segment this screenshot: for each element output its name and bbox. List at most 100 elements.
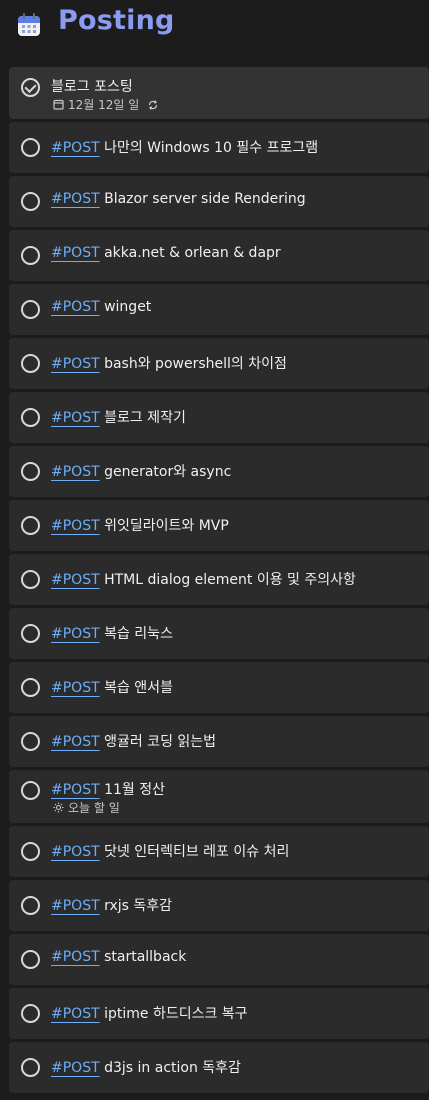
task-row[interactable]: #POST d3js in action 독후감 xyxy=(9,1042,429,1093)
task-title: #POST 나만의 Windows 10 필수 프로그램 xyxy=(51,137,318,157)
complete-checkbox[interactable] xyxy=(21,732,40,751)
task-tag[interactable]: #POST xyxy=(51,949,100,965)
task-title-text: 나만의 Windows 10 필수 프로그램 xyxy=(104,140,319,156)
task-title-text: 위잇딜라이트와 MVP xyxy=(104,518,229,534)
task-row[interactable]: #POST HTML dialog element 이용 및 주의사항 xyxy=(9,554,429,605)
task-title-text: akka.net & orlean & dapr xyxy=(104,245,281,261)
task-row[interactable]: #POST 블로그 제작기 xyxy=(9,392,429,443)
task-title: #POST HTML dialog element 이용 및 주의사항 xyxy=(51,569,356,589)
task-title-text: 닷넷 인터렉티브 레포 이슈 처리 xyxy=(104,844,290,860)
task-tag[interactable]: #POST xyxy=(51,626,100,642)
list-header: Posting xyxy=(0,0,429,52)
task-title: #POST akka.net & orlean & dapr xyxy=(51,245,281,261)
calendar-small-icon xyxy=(53,99,64,110)
task-title-text: 앵귤러 코딩 읽는법 xyxy=(104,734,217,750)
task-row[interactable]: #POST 복습 리눅스 xyxy=(9,608,429,659)
task-tag[interactable]: #POST xyxy=(51,245,100,261)
task-title: #POST 위잇딜라이트와 MVP xyxy=(51,515,229,535)
task-row[interactable]: #POST winget xyxy=(9,284,429,335)
task-tag[interactable]: #POST xyxy=(51,356,100,372)
task-row[interactable]: #POST 11월 정산오늘 할 일 xyxy=(9,770,429,823)
task-due-info: 12월 12일 일 xyxy=(53,96,159,113)
task-tag[interactable]: #POST xyxy=(51,299,100,315)
task-tag[interactable]: #POST xyxy=(51,572,100,588)
task-tag[interactable]: #POST xyxy=(51,1060,100,1076)
complete-checkbox[interactable] xyxy=(21,896,40,915)
task-row[interactable]: #POST startallback xyxy=(9,934,429,985)
task-title: #POST Blazor server side Rendering xyxy=(51,191,306,207)
task-row[interactable]: #POST bash와 powershell의 차이점 xyxy=(9,338,429,389)
task-list: 블로그 포스팅 12월 12일 일 #POST 나만의 Windows 10 필… xyxy=(9,67,429,1096)
task-row[interactable]: #POST 앵귤러 코딩 읽는법 xyxy=(9,716,429,767)
task-tag[interactable]: #POST xyxy=(51,464,100,480)
complete-checkbox[interactable] xyxy=(21,842,40,861)
task-title-text: HTML dialog element 이용 및 주의사항 xyxy=(104,572,356,588)
task-row[interactable]: #POST akka.net & orlean & dapr xyxy=(9,230,429,281)
task-title-text: generator와 async xyxy=(104,464,232,480)
task-tag[interactable]: #POST xyxy=(51,1006,100,1022)
repeat-icon xyxy=(149,99,158,110)
task-title-text: iptime 하드디스크 복구 xyxy=(104,1006,248,1022)
list-title: Posting xyxy=(58,5,175,36)
task-title: #POST winget xyxy=(51,299,151,315)
task-title-text: 복습 리눅스 xyxy=(104,626,173,642)
task-title-text: Blazor server side Rendering xyxy=(104,191,306,207)
task-tag[interactable]: #POST xyxy=(51,191,100,207)
task-title: #POST bash와 powershell의 차이점 xyxy=(51,353,287,373)
task-tag[interactable]: #POST xyxy=(51,734,100,750)
task-row[interactable]: #POST Blazor server side Rendering xyxy=(9,176,429,227)
task-row[interactable]: #POST 위잇딜라이트와 MVP xyxy=(9,500,429,551)
complete-checkbox[interactable] xyxy=(21,781,40,800)
task-title-text: 11월 정산 xyxy=(104,782,165,798)
complete-checkbox[interactable] xyxy=(21,138,40,157)
task-title: #POST iptime 하드디스크 복구 xyxy=(51,1003,248,1023)
task-title-text: startallback xyxy=(104,949,187,965)
complete-checkbox[interactable] xyxy=(21,570,40,589)
task-sub-info: 오늘 할 일 xyxy=(53,799,120,816)
complete-checkbox[interactable] xyxy=(21,300,40,319)
task-tag[interactable]: #POST xyxy=(51,680,100,696)
task-row[interactable]: #POST rxjs 독후감 xyxy=(9,880,429,931)
complete-checkbox[interactable] xyxy=(21,192,40,211)
task-title-text: rxjs 독후감 xyxy=(104,898,173,914)
task-row[interactable]: #POST 복습 앤서블 xyxy=(9,662,429,713)
task-tag[interactable]: #POST xyxy=(51,140,100,156)
complete-checkbox[interactable] xyxy=(21,950,40,969)
complete-checkbox[interactable] xyxy=(21,516,40,535)
task-tag[interactable]: #POST xyxy=(51,898,100,914)
complete-checkbox[interactable] xyxy=(21,408,40,427)
task-tag[interactable]: #POST xyxy=(51,518,100,534)
due-date: 12월 12일 일 xyxy=(68,98,140,112)
complete-checkbox[interactable] xyxy=(21,624,40,643)
my-day-label: 오늘 할 일 xyxy=(68,801,120,815)
complete-checkbox[interactable] xyxy=(21,354,40,373)
task-title: #POST generator와 async xyxy=(51,461,231,481)
task-title: 블로그 포스팅 xyxy=(51,79,133,95)
complete-checkbox[interactable] xyxy=(21,1004,40,1023)
task-title: #POST d3js in action 독후감 xyxy=(51,1057,241,1077)
task-title-text: d3js in action 독후감 xyxy=(104,1060,241,1076)
task-title: #POST 복습 앤서블 xyxy=(51,677,173,697)
task-row-blog-posting[interactable]: 블로그 포스팅 12월 12일 일 xyxy=(9,67,429,119)
complete-checkbox[interactable] xyxy=(21,678,40,697)
task-title-text: 블로그 제작기 xyxy=(104,410,186,426)
complete-checkbox[interactable] xyxy=(21,1058,40,1077)
task-title-text: 복습 앤서블 xyxy=(104,680,173,696)
task-title-text: bash와 powershell의 차이점 xyxy=(104,356,287,372)
complete-checkbox[interactable] xyxy=(21,462,40,481)
task-title: #POST 11월 정산 xyxy=(51,779,165,799)
task-row[interactable]: #POST 닷넷 인터렉티브 레포 이슈 처리 xyxy=(9,826,429,877)
task-row[interactable]: #POST 나만의 Windows 10 필수 프로그램 xyxy=(9,122,429,173)
task-title: #POST 블로그 제작기 xyxy=(51,407,186,427)
sun-icon xyxy=(53,802,64,813)
complete-checkbox[interactable] xyxy=(21,246,40,265)
task-title: #POST 앵귤러 코딩 읽는법 xyxy=(51,731,216,751)
task-title: #POST startallback xyxy=(51,949,186,965)
task-row[interactable]: #POST iptime 하드디스크 복구 xyxy=(9,988,429,1039)
task-tag[interactable]: #POST xyxy=(51,844,100,860)
task-tag[interactable]: #POST xyxy=(51,410,100,426)
task-title: #POST 닷넷 인터렉티브 레포 이슈 처리 xyxy=(51,841,289,861)
completed-checkbox[interactable] xyxy=(21,78,40,97)
task-row[interactable]: #POST generator와 async xyxy=(9,446,429,497)
task-tag[interactable]: #POST xyxy=(51,782,100,798)
